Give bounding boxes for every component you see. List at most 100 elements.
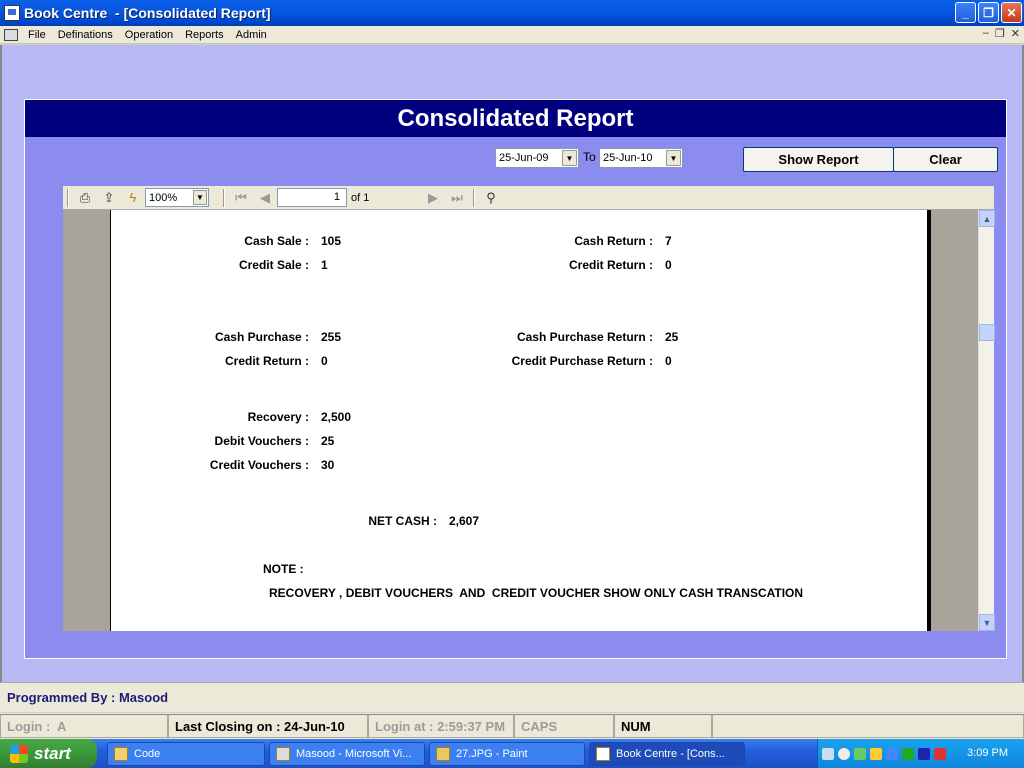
menu-definations[interactable]: Definations [52,29,119,41]
network-icon[interactable] [822,747,834,760]
windows-logo-icon [10,744,28,763]
menu-reports[interactable]: Reports [179,29,230,41]
folder-icon [114,747,128,761]
task-paint[interactable]: 27.JPG - Paint [429,742,585,766]
volume-icon[interactable] [838,747,850,760]
restore-button[interactable]: ❐ [978,2,999,23]
net-cash-value: 2,607 [449,514,480,528]
taskbar: start Code Masood - Microsoft Vi... 27.J… [0,739,1024,768]
vertical-scrollbar[interactable]: ▲ ▼ [978,210,995,631]
previous-page-icon[interactable]: ◀ [256,189,274,207]
mdi-close-icon[interactable]: ✕ [1011,27,1020,40]
credit-purchase-return-label: Credit Purchase Return : [511,354,653,368]
menu-file[interactable]: File [22,29,52,41]
status-login-at: Login at : 2:59:37 PM [368,714,514,738]
status-num: NUM [614,714,712,738]
print-icon[interactable]: ⎙ [76,189,94,207]
report-page [110,210,928,631]
viewer-toolbar: ⎙ ⇪ ϟ 100% ▼ ⏮ ◀ 1 of 1 ▶ ⏭ ⚲ [63,186,994,210]
debit-vouchers-label: Debit Vouchers : [214,434,309,448]
scroll-thumb[interactable] [979,324,995,341]
monitor-icon[interactable] [902,747,914,760]
programmed-by-label: Programmed By : Masood [7,690,169,705]
start-button[interactable]: start [0,739,97,768]
cash-return-label: Cash Return : [574,234,653,248]
paint-icon [436,747,450,761]
mdi-controls: – ❐ ✕ [983,27,1020,40]
cash-sale-label: Cash Sale : [244,234,309,248]
show-report-button[interactable]: Show Report [743,147,894,172]
chevron-down-icon[interactable]: ▼ [562,150,577,166]
net-cash-label: NET CASH : [368,514,437,528]
export-icon[interactable]: ⇪ [100,189,118,207]
credit-sale-label: Credit Sale : [238,258,309,272]
task-visual-basic[interactable]: Masood - Microsoft Vi... [269,742,425,766]
title-bar: Book Centre - [Consolidated Report] _ ❐ … [0,0,1024,26]
scroll-down-icon[interactable]: ▼ [979,614,995,631]
cash-return-value: 7 [665,234,672,248]
clear-button[interactable]: Clear [893,147,998,172]
credit-return-purchase-value: 0 [321,354,328,368]
refresh-lightning-icon[interactable]: ϟ [124,189,142,207]
credit-purchase-return-value: 0 [665,354,672,368]
scroll-up-icon[interactable]: ▲ [979,210,995,227]
last-page-icon[interactable]: ⏭ [448,189,466,207]
credit-vouchers-value: 30 [321,458,335,472]
book-centre-icon [596,747,610,761]
next-page-icon[interactable]: ▶ [424,189,442,207]
cash-purchase-return-value: 25 [665,330,679,344]
status-last-closing: Last Closing on : 24-Jun-10 [168,714,368,738]
cash-sale-value: 105 [321,234,342,248]
task-code[interactable]: Code [107,742,265,766]
from-date-value: 25-Jun-09 [499,152,549,164]
to-label: To [583,150,596,164]
to-date-picker[interactable]: 25-Jun-10 ▼ [599,148,683,168]
recovery-value: 2,500 [321,410,352,424]
chevron-down-icon[interactable]: ▼ [666,150,681,166]
task-book-centre[interactable]: Book Centre - [Cons... [589,742,745,766]
start-label: start [34,743,71,763]
window-title: Book Centre - [Consolidated Report] [24,5,271,21]
cash-purchase-return-label: Cash Purchase Return : [516,330,653,344]
antivirus-icon[interactable] [854,747,866,760]
page-shadow [927,210,931,631]
note-text: RECOVERY , DEBIT VOUCHERS AND CREDIT VOU… [269,586,804,600]
credit-sale-value: 1 [321,258,328,272]
credit-return-sale-label: Credit Return : [569,258,653,272]
from-date-picker[interactable]: 25-Jun-09 ▼ [495,148,579,168]
page-count-label: of 1 [351,191,370,204]
pencil-icon[interactable] [870,747,882,760]
menu-operation[interactable]: Operation [119,29,179,41]
search-binoculars-icon[interactable]: ⚲ [482,189,500,207]
toolbar-separator [67,188,69,207]
first-page-icon[interactable]: ⏮ [232,189,250,207]
minimize-button[interactable]: _ [955,2,976,23]
window-controls: _ ❐ ✕ [955,2,1022,23]
programmed-by-bar: Programmed By : Masood [0,682,1024,712]
close-button[interactable]: ✕ [1001,2,1022,23]
menu-bar: File Definations Operation Reports Admin… [0,26,1024,44]
display-icon[interactable] [886,747,898,760]
shield-icon[interactable] [934,747,946,760]
debit-vouchers-value: 25 [321,434,335,448]
app-icon[interactable] [4,5,20,21]
to-date-value: 25-Jun-10 [603,152,653,164]
cash-purchase-label: Cash Purchase : [214,330,309,344]
document-icon[interactable] [4,28,18,41]
security-icon[interactable] [918,747,930,760]
mdi-minimize-icon[interactable]: – [983,27,989,40]
page-number-input[interactable]: 1 [277,188,347,207]
credit-return-sale-value: 0 [665,258,672,272]
task-label: Book Centre - [Cons... [616,748,725,760]
task-label: Masood - Microsoft Vi... [296,748,412,760]
toolbar-separator [473,188,475,207]
status-login: Login : A [0,714,168,738]
clock[interactable]: 3:09 PM [967,747,1008,759]
status-bar: Login : A Last Closing on : 24-Jun-10 Lo… [0,713,1024,739]
menu-admin[interactable]: Admin [230,29,273,41]
chevron-down-icon[interactable]: ▼ [193,190,207,205]
zoom-select[interactable]: 100% ▼ [145,188,209,207]
mdi-restore-icon[interactable]: ❐ [995,27,1005,40]
toolbar-separator [223,188,225,207]
visual-basic-icon [276,747,290,761]
